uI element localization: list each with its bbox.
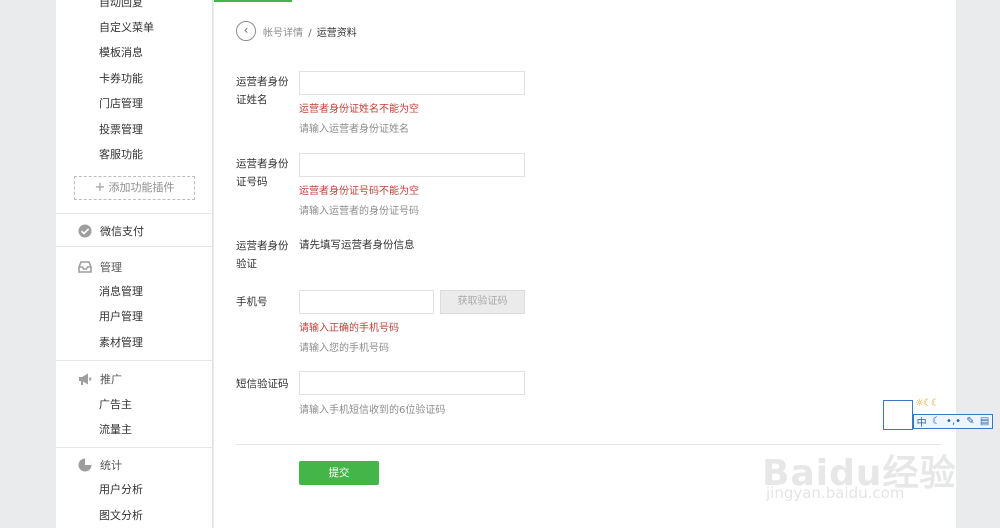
add-plugin-label: 添加功能插件 bbox=[108, 181, 175, 194]
sidebar-item-auto-reply[interactable]: 自动回复 bbox=[99, 0, 143, 10]
sidebar: 自动回复 自定义菜单 模板消息 卡券功能 门店管理 投票管理 客服功能 + 添加功… bbox=[56, 0, 213, 528]
ime-skin-icon: ☼☾☾ bbox=[915, 398, 940, 409]
id-verify-label: 运营者身份验证 bbox=[236, 240, 289, 270]
form-divider bbox=[236, 444, 942, 445]
ime-clipboard-icon[interactable]: ▤ bbox=[980, 416, 989, 427]
id-name-error: 运营者身份证姓名不能为空 bbox=[299, 104, 419, 115]
sidebar-section-manage: 管理 bbox=[78, 259, 122, 275]
breadcrumb-parent[interactable]: 帐号详情 bbox=[263, 28, 303, 39]
sidebar-section-title: 管理 bbox=[100, 261, 122, 274]
inbox-icon bbox=[78, 260, 92, 274]
id-verify-status: 请先填写运营者身份信息 bbox=[299, 239, 415, 251]
sidebar-item-template-message[interactable]: 模板消息 bbox=[99, 46, 143, 60]
ime-toolbar[interactable]: ☼☾☾ 中 ☾ •,• ✎ ▤ bbox=[883, 398, 993, 430]
sidebar-divider bbox=[56, 246, 212, 247]
submit-button[interactable]: 提交 bbox=[299, 461, 379, 485]
ime-wrench-icon[interactable]: ✎ bbox=[966, 416, 974, 427]
phone-hint: 请输入您的手机号码 bbox=[299, 343, 389, 354]
sidebar-item-publisher[interactable]: 流量主 bbox=[99, 423, 132, 437]
ime-status-box[interactable] bbox=[883, 400, 913, 430]
id-number-label: 运营者身份证号码 bbox=[236, 158, 289, 188]
sidebar-divider bbox=[56, 360, 212, 361]
id-name-label: 运营者身份证姓名 bbox=[236, 76, 289, 106]
megaphone-icon bbox=[78, 372, 92, 386]
ime-moon-icon[interactable]: ☾ bbox=[932, 416, 941, 427]
active-tab-indicator bbox=[214, 0, 292, 2]
sms-code-hint: 请输入手机短信收到的6位验证码 bbox=[299, 405, 446, 416]
get-code-button[interactable]: 获取验证码 bbox=[440, 290, 525, 314]
sidebar-item-customer-service[interactable]: 客服功能 bbox=[99, 148, 143, 162]
plus-icon: + bbox=[94, 180, 106, 195]
main-panel: ‹ 帐号详情 / 运营资料 运营者身份证姓名 运营者身份证姓名不能为空 请输入运… bbox=[214, 0, 956, 528]
ime-punctuation[interactable]: •,• bbox=[946, 416, 961, 427]
phone-input[interactable] bbox=[299, 290, 434, 314]
phone-label: 手机号 bbox=[236, 296, 268, 308]
breadcrumb-current: 运营资料 bbox=[316, 28, 357, 39]
sidebar-item-user-management[interactable]: 用户管理 bbox=[99, 310, 143, 324]
id-number-error: 运营者身份证号码不能为空 bbox=[299, 186, 419, 197]
sidebar-item-advertiser[interactable]: 广告主 bbox=[99, 398, 132, 412]
sidebar-item-label: 微信支付 bbox=[100, 225, 144, 238]
sidebar-section-promote: 推广 bbox=[78, 371, 122, 387]
id-name-input[interactable] bbox=[299, 71, 525, 95]
ime-toolbar-bar[interactable]: 中 ☾ •,• ✎ ▤ bbox=[913, 414, 993, 429]
pie-chart-icon bbox=[78, 458, 92, 472]
sidebar-divider bbox=[56, 213, 212, 214]
ime-mode[interactable]: 中 bbox=[917, 414, 927, 429]
sidebar-section-title: 统计 bbox=[100, 459, 122, 472]
back-button[interactable]: ‹ bbox=[236, 21, 256, 41]
id-number-hint: 请输入运营者的身份证号码 bbox=[299, 206, 419, 217]
sidebar-item-article-analytics[interactable]: 图文分析 bbox=[99, 509, 143, 523]
sidebar-item-store-management[interactable]: 门店管理 bbox=[99, 97, 143, 111]
sidebar-item-material-management[interactable]: 素材管理 bbox=[99, 336, 143, 350]
phone-error: 请输入正确的手机号码 bbox=[299, 323, 399, 334]
sidebar-divider bbox=[56, 447, 212, 448]
sidebar-item-vote-management[interactable]: 投票管理 bbox=[99, 123, 143, 137]
chevron-left-icon: ‹ bbox=[243, 23, 249, 37]
sms-code-label: 短信验证码 bbox=[236, 378, 289, 390]
sidebar-section-title: 推广 bbox=[100, 373, 122, 386]
breadcrumb-separator: / bbox=[308, 28, 312, 39]
sms-code-input[interactable] bbox=[299, 371, 525, 395]
sidebar-item-message-management[interactable]: 消息管理 bbox=[99, 285, 143, 299]
id-name-hint: 请输入运营者身份证姓名 bbox=[299, 124, 409, 135]
sidebar-item-user-analytics[interactable]: 用户分析 bbox=[99, 483, 143, 497]
sidebar-item-custom-menu[interactable]: 自定义菜单 bbox=[99, 21, 154, 35]
wechat-pay-icon bbox=[78, 224, 92, 238]
sidebar-section-stats: 统计 bbox=[78, 457, 122, 473]
add-plugin-button[interactable]: + 添加功能插件 bbox=[74, 176, 195, 200]
sidebar-item-wechat-pay[interactable]: 微信支付 bbox=[78, 223, 144, 239]
breadcrumb: 帐号详情 / 运营资料 bbox=[263, 24, 357, 39]
id-number-input[interactable] bbox=[299, 153, 525, 177]
sidebar-item-card-coupon[interactable]: 卡券功能 bbox=[99, 72, 143, 86]
